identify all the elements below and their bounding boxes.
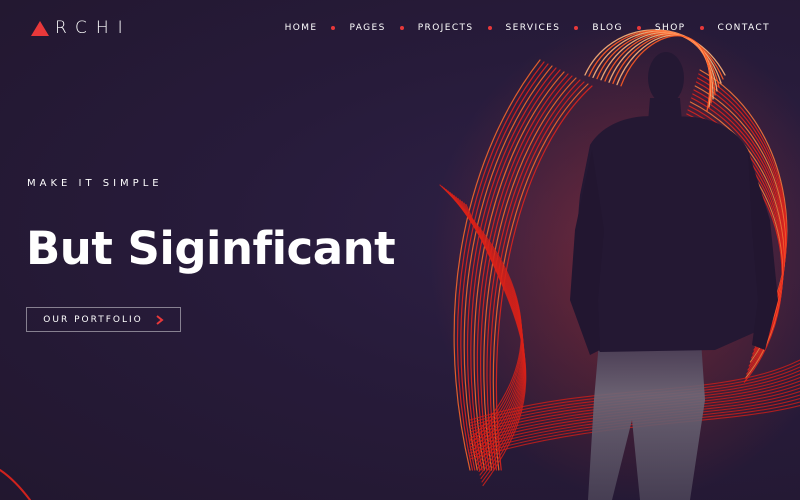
dot-icon [699, 26, 704, 30]
cta-label: OUR PORTFOLIO [43, 314, 143, 325]
dot-icon [399, 26, 404, 30]
nav-item-projects[interactable]: PROJECTS [418, 23, 474, 33]
nav-item-pages[interactable]: PAGES [349, 23, 385, 33]
brand-logo[interactable]: RCHI [31, 18, 132, 38]
hero-kicker: MAKE IT SIMPLE [27, 178, 163, 189]
brand-name: RCHI [55, 18, 132, 38]
nav-item-blog[interactable]: BLOG [592, 23, 623, 33]
page: RCHI HOME PAGES PROJECTS SERVICES BLOG S… [0, 0, 800, 500]
nav-item-contact[interactable]: CONTACT [718, 23, 770, 33]
triangle-logo-icon [31, 20, 49, 36]
main-nav: HOME PAGES PROJECTS SERVICES BLOG SHOP C… [285, 21, 770, 35]
hero-headline: But Siginficant [26, 222, 396, 275]
nav-item-services[interactable]: SERVICES [506, 23, 561, 33]
dot-icon [331, 26, 336, 30]
dot-icon [487, 26, 492, 30]
nav-item-shop[interactable]: SHOP [655, 23, 686, 33]
dot-icon [574, 26, 579, 30]
nav-item-home[interactable]: HOME [285, 23, 318, 33]
our-portfolio-button[interactable]: OUR PORTFOLIO [26, 307, 181, 332]
chevron-right-icon [156, 314, 164, 325]
dot-icon [636, 26, 641, 30]
